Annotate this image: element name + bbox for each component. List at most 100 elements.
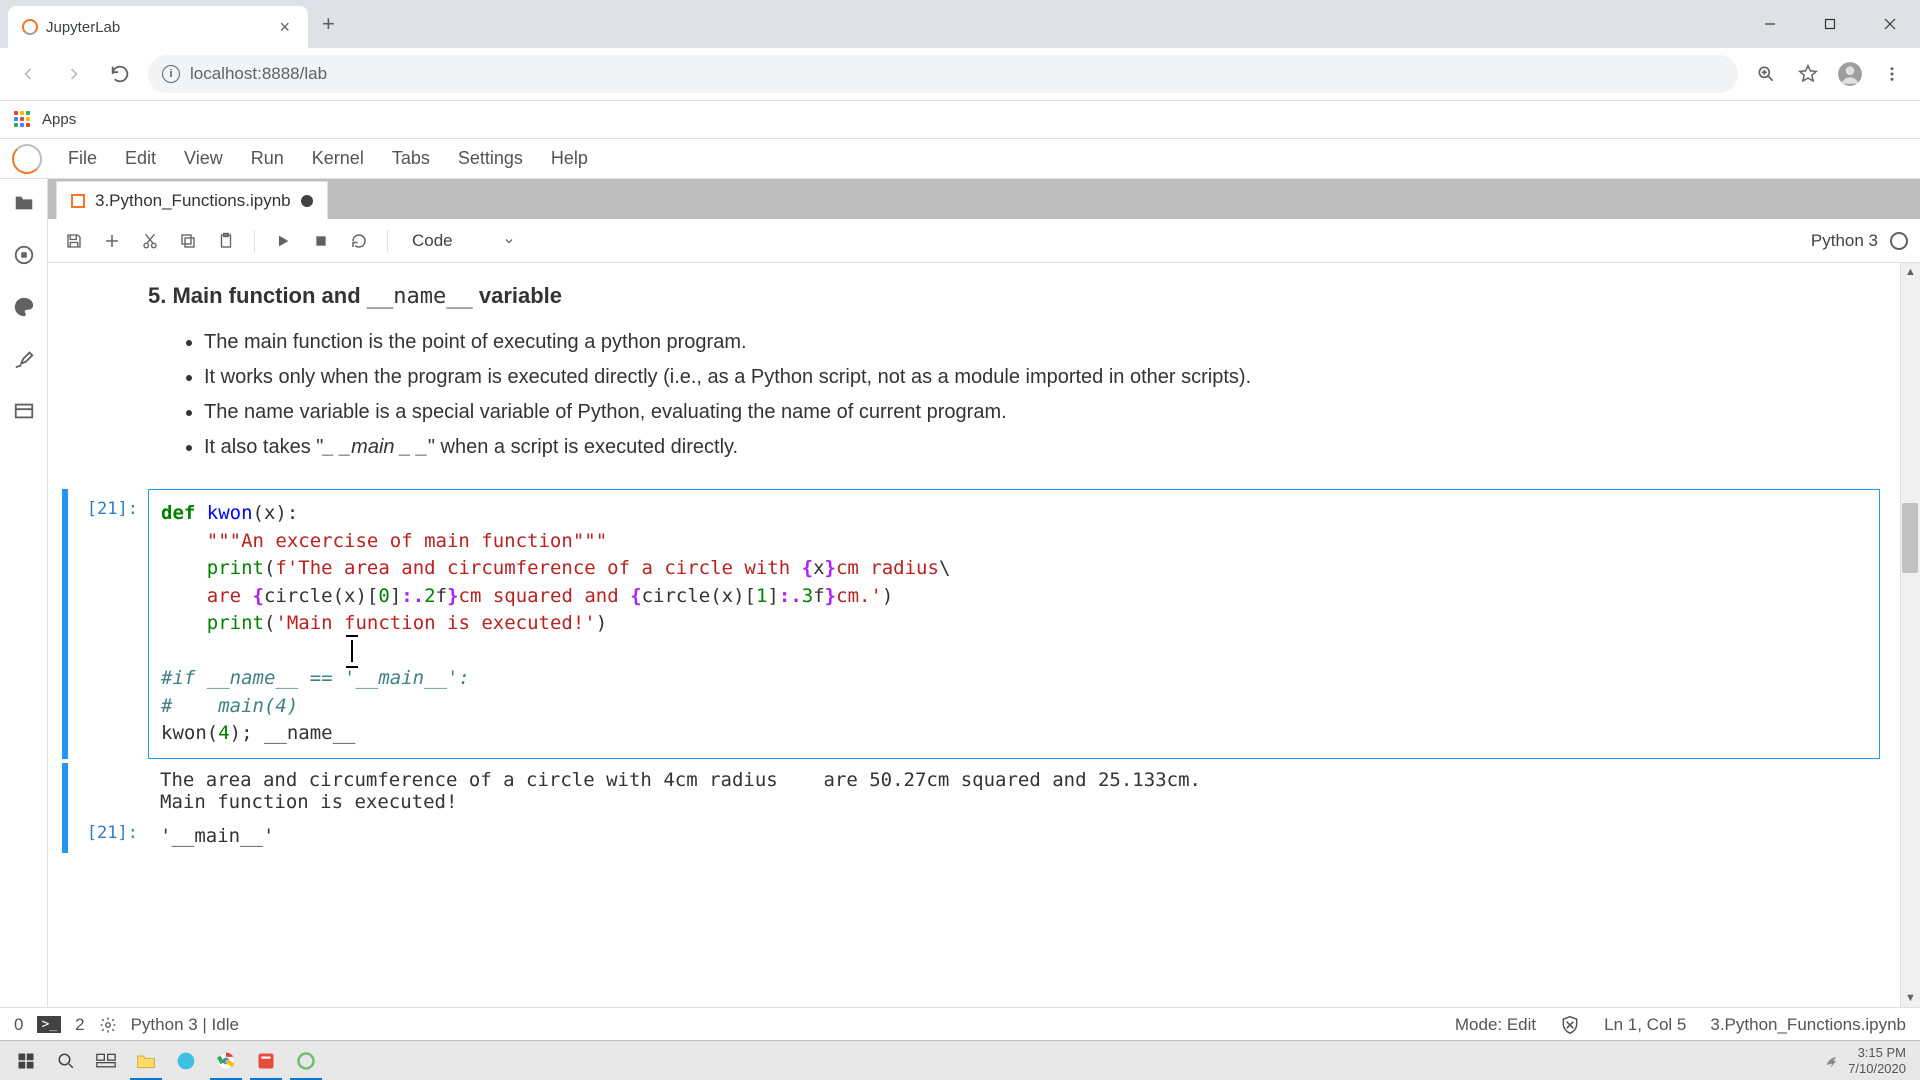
save-icon[interactable] [60, 227, 88, 255]
code-cell[interactable]: [21]: def kwon(x): """An excercise of ma… [48, 489, 1900, 759]
bullet-3: It also takes "_ _main _ _" when a scrip… [204, 430, 1880, 465]
stop-icon[interactable] [307, 227, 335, 255]
result-text: '__main__' [148, 819, 1900, 853]
notebook-scrollbar[interactable]: ▲ ▼ [1900, 263, 1920, 1007]
browser-tab[interactable]: JupyterLab × [8, 6, 308, 48]
mode-text: Mode: Edit [1455, 1015, 1536, 1035]
address-bar: i localhost:8888/lab [0, 48, 1920, 100]
status-path[interactable]: 3.Python_Functions.ipynb [1710, 1015, 1906, 1035]
settings-gear-icon[interactable] [99, 1016, 117, 1034]
apps-grid-icon[interactable] [14, 111, 32, 129]
jupyter-taskbar-icon[interactable] [286, 1041, 326, 1080]
bookmark-icon[interactable] [1790, 56, 1826, 92]
forward-button[interactable] [56, 56, 92, 92]
file-browser-icon[interactable] [12, 191, 36, 215]
chevron-down-icon [503, 235, 515, 247]
jupyter-app: FileEditViewRunKernelTabsSettingsHelp 3.… [0, 139, 1920, 1041]
tray-icon[interactable] [1824, 1053, 1840, 1069]
menu-tabs[interactable]: Tabs [378, 140, 444, 177]
activity-bar [0, 179, 48, 1007]
stdout-text: The area and circumference of a circle w… [148, 763, 1900, 819]
markdown-heading: 5. Main function and __name__ variable [148, 283, 1880, 309]
paste-icon[interactable] [212, 227, 240, 255]
search-taskbar-icon[interactable] [46, 1041, 86, 1080]
notebook-file-icon [71, 194, 85, 208]
add-cell-icon[interactable] [98, 227, 126, 255]
browser-chrome: JupyterLab × + i localhost:8888/lab Apps [0, 0, 1920, 139]
run-icon[interactable] [269, 227, 297, 255]
tabs-icon[interactable] [12, 399, 36, 423]
notebook-toolbar: Code Python 3 [48, 219, 1920, 263]
output-result: [21]: '__main__' [48, 819, 1900, 853]
cell-type-value: Code [412, 231, 453, 251]
site-info-icon[interactable]: i [162, 65, 180, 83]
start-button[interactable] [6, 1041, 46, 1080]
menu-help[interactable]: Help [537, 140, 602, 177]
chrome-taskbar-icon[interactable] [206, 1041, 246, 1080]
back-button[interactable] [10, 56, 46, 92]
code-editor[interactable]: def kwon(x): """An excercise of main fun… [148, 489, 1880, 759]
unsaved-indicator-icon [301, 195, 313, 207]
task-view-icon[interactable] [86, 1041, 126, 1080]
input-prompt: [21]: [68, 489, 148, 759]
url-text: localhost:8888/lab [190, 64, 327, 84]
profile-icon[interactable] [1832, 56, 1868, 92]
chrome-menu-icon[interactable] [1874, 56, 1910, 92]
settings-icon[interactable] [12, 347, 36, 371]
menu-kernel[interactable]: Kernel [298, 140, 378, 177]
apps-label[interactable]: Apps [42, 111, 76, 128]
file-explorer-taskbar-icon[interactable] [126, 1041, 166, 1080]
main-panel: 3.Python_Functions.ipynb Code [48, 179, 1920, 1007]
menu-settings[interactable]: Settings [444, 140, 537, 177]
trust-icon[interactable] [1560, 1015, 1580, 1035]
clock[interactable]: 3:15 PM 7/10/2020 [1848, 1045, 1906, 1076]
edge-taskbar-icon[interactable] [166, 1041, 206, 1080]
windows-taskbar: 3:15 PM 7/10/2020 [0, 1040, 1920, 1080]
menu-edit[interactable]: Edit [111, 140, 170, 177]
jupyter-menubar: FileEditViewRunKernelTabsSettingsHelp [0, 139, 1920, 179]
notebook-area[interactable]: 5. Main function and __name__ variable T… [48, 263, 1920, 1007]
terminal-icon[interactable]: >_ [37, 1016, 61, 1033]
markdown-cell[interactable]: 5. Main function and __name__ variable T… [48, 271, 1900, 475]
menu-run[interactable]: Run [237, 140, 298, 177]
output-stdout: The area and circumference of a circle w… [48, 763, 1900, 819]
status-terminals[interactable]: 2 [75, 1015, 84, 1035]
notebook-tab-label: 3.Python_Functions.ipynb [95, 191, 291, 211]
window-controls [1740, 4, 1920, 44]
menu-view[interactable]: View [170, 140, 237, 177]
cell-type-select[interactable]: Code [402, 227, 525, 255]
notebook-tab[interactable]: 3.Python_Functions.ipynb [56, 181, 328, 219]
kernel-status-icon[interactable] [1890, 232, 1908, 250]
output-prompt: [21]: [68, 819, 148, 853]
kernel-status-text[interactable]: Python 3 | Idle [131, 1015, 239, 1035]
scroll-down-icon[interactable]: ▼ [1901, 989, 1920, 1007]
restart-icon[interactable] [345, 227, 373, 255]
zoom-icon[interactable] [1748, 56, 1784, 92]
tab-close-icon[interactable]: × [275, 17, 294, 38]
scroll-thumb[interactable] [1902, 503, 1918, 573]
copy-icon[interactable] [174, 227, 202, 255]
bullet-2: The name variable is a special variable … [204, 395, 1880, 430]
document-tabs: 3.Python_Functions.ipynb [48, 179, 1920, 219]
reload-button[interactable] [102, 56, 138, 92]
kernel-name[interactable]: Python 3 [1811, 231, 1878, 251]
minimize-button[interactable] [1740, 4, 1800, 44]
tab-strip: JupyterLab × + [0, 0, 1920, 48]
bookmarks-bar: Apps [0, 100, 1920, 138]
close-window-button[interactable] [1860, 4, 1920, 44]
status-tabs[interactable]: 0 [14, 1015, 23, 1035]
running-icon[interactable] [12, 243, 36, 267]
scroll-up-icon[interactable]: ▲ [1901, 263, 1920, 281]
app-taskbar-icon[interactable] [246, 1041, 286, 1080]
bullet-1: It works only when the program is execut… [204, 360, 1880, 395]
system-tray[interactable]: 3:15 PM 7/10/2020 [1824, 1045, 1914, 1076]
palette-icon[interactable] [12, 295, 36, 319]
jupyter-logo-icon[interactable] [12, 144, 42, 174]
cut-icon[interactable] [136, 227, 164, 255]
status-bar: 0 >_ 2 Python 3 | Idle Mode: Edit Ln 1, … [0, 1007, 1920, 1041]
new-tab-button[interactable]: + [308, 11, 349, 37]
menu-file[interactable]: File [54, 140, 111, 177]
maximize-button[interactable] [1800, 4, 1860, 44]
url-field[interactable]: i localhost:8888/lab [148, 55, 1738, 93]
cursor-position: Ln 1, Col 5 [1604, 1015, 1686, 1035]
